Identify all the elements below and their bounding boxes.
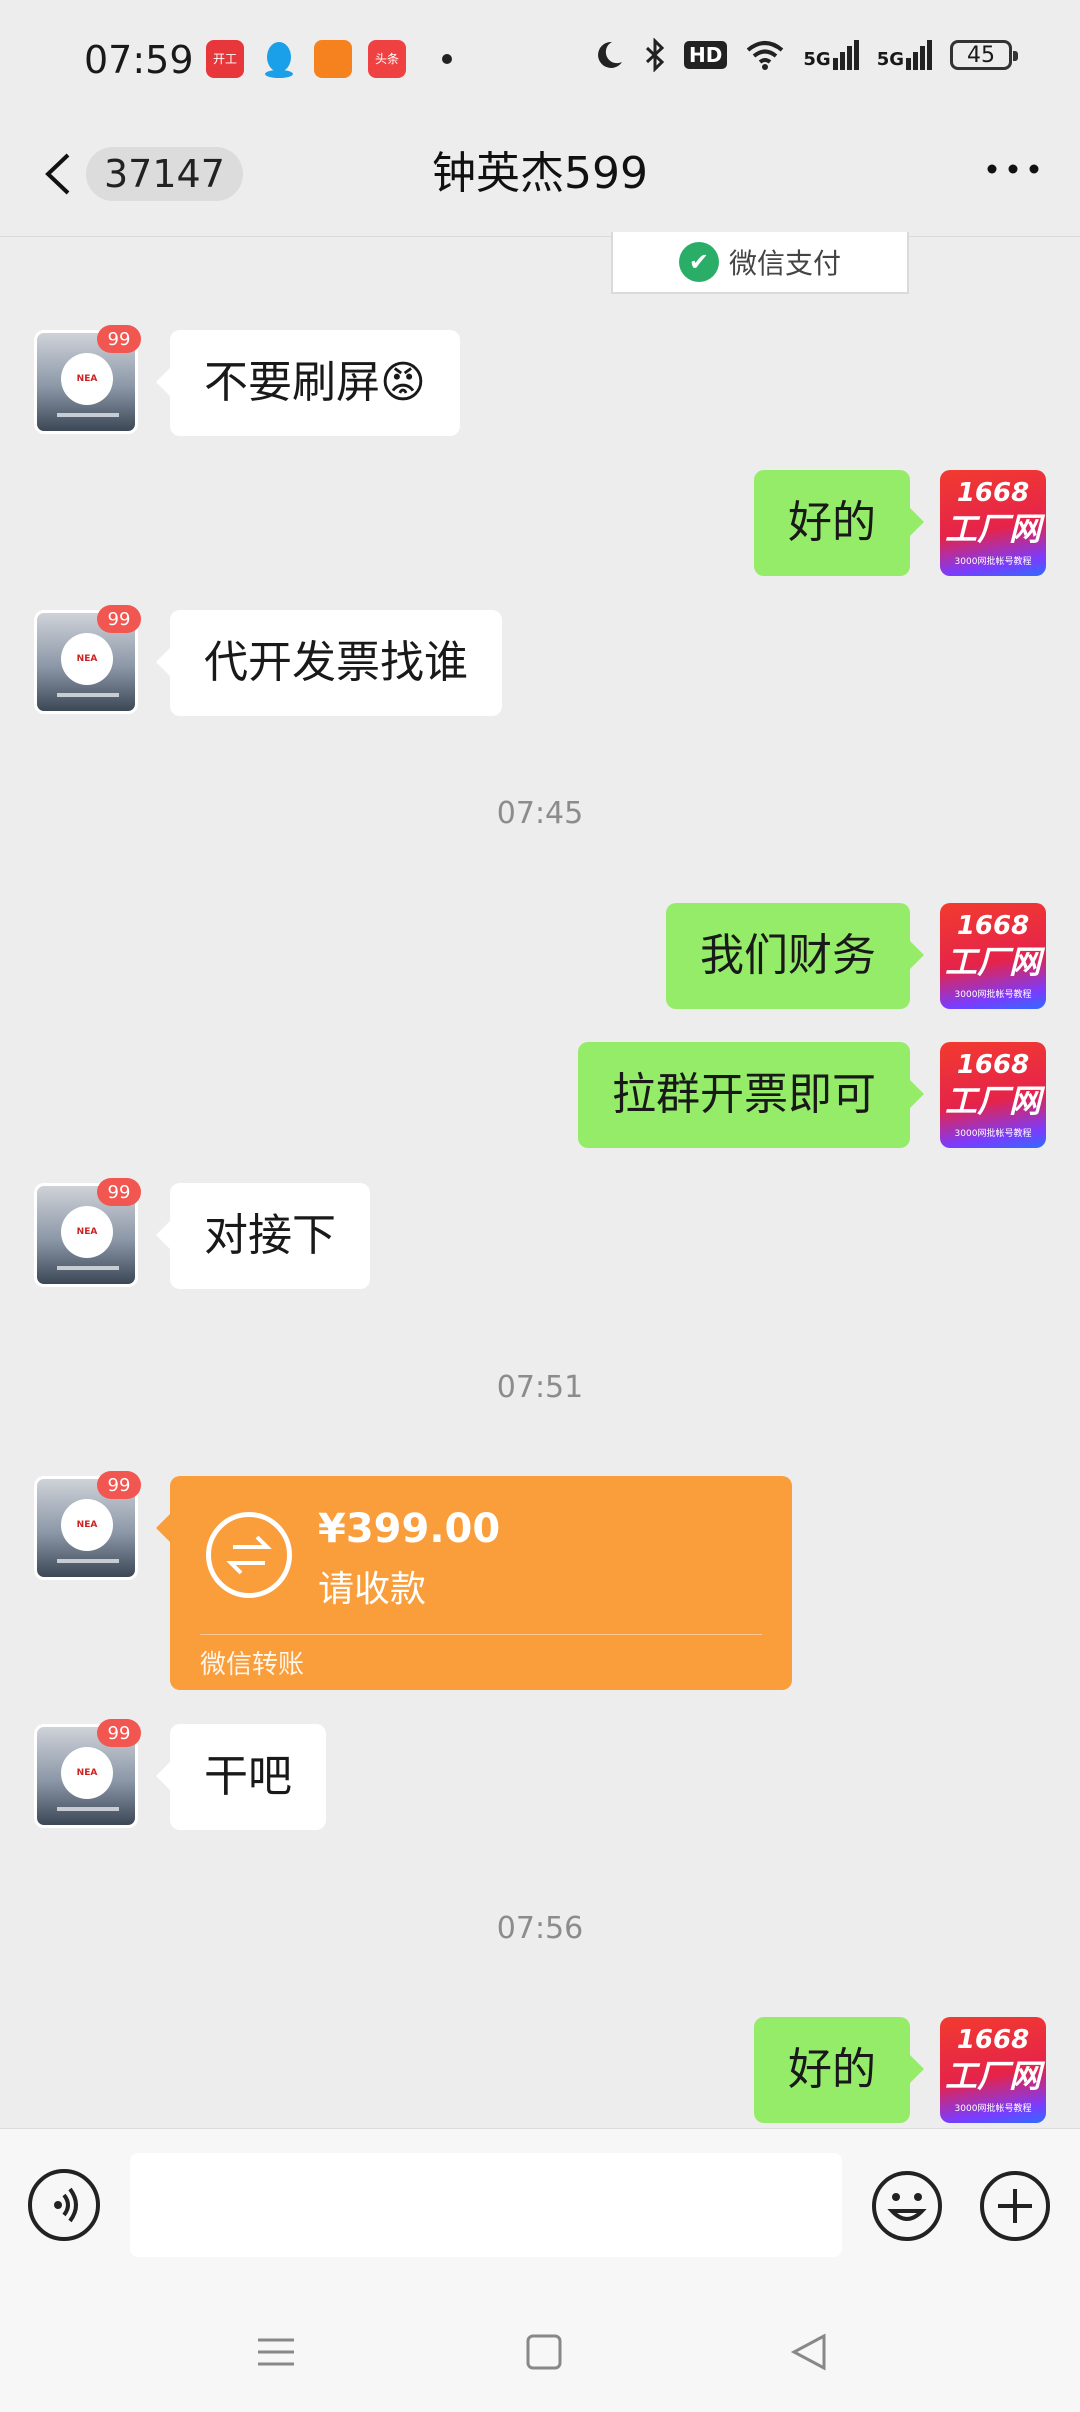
chat-header: 37147 钟英杰599: [0, 125, 1080, 237]
plus-icon: [980, 2171, 1050, 2241]
message-bubble-received[interactable]: 代开发票找谁: [156, 610, 502, 716]
contact-avatar[interactable]: NEA 99: [34, 1178, 141, 1287]
contact-avatar[interactable]: NEA 99: [34, 605, 141, 714]
message-timestamp: 07:51: [496, 1370, 584, 1405]
chat-title: 钟英杰599: [432, 148, 648, 199]
message-input[interactable]: [130, 2153, 842, 2257]
smiley-icon: [872, 2171, 942, 2241]
avatar-badge: 99: [97, 605, 141, 633]
emoji-button[interactable]: [870, 2169, 944, 2243]
message-bubble-sent[interactable]: 我们财务: [666, 903, 924, 1009]
avatar-badge: 99: [97, 1471, 141, 1499]
signal-5g-icon: 5G: [803, 40, 859, 70]
message-bubble-sent[interactable]: 好的: [754, 470, 924, 576]
message-bubble-received[interactable]: 不要刷屏😡: [156, 330, 460, 436]
message-bubble-sent[interactable]: 拉群开票即可: [578, 1042, 924, 1148]
more-functions-button[interactable]: [978, 2169, 1052, 2243]
voice-input-button[interactable]: [28, 2169, 100, 2241]
wifi-icon: [747, 41, 784, 70]
menu-button[interactable]: [246, 2322, 306, 2382]
contact-avatar[interactable]: NEA 99: [34, 325, 141, 434]
home-icon: [526, 2334, 562, 2370]
bluetooth-icon: [646, 38, 665, 72]
battery-icon: 45: [950, 40, 1018, 70]
my-avatar[interactable]: 1668 工厂网 3000网批帐号教程: [940, 470, 1046, 576]
voice-icon: [54, 2187, 78, 2223]
avatar-emblem: NEA: [61, 1206, 113, 1258]
wechat-pay-card[interactable]: ✔ 微信支付: [611, 232, 909, 294]
more-dots-icon: [987, 164, 1039, 174]
transfer-icon: [206, 1512, 292, 1598]
app-notification-icon: 开工: [206, 40, 244, 78]
message-bubble-received[interactable]: 对接下: [156, 1183, 370, 1289]
avatar-badge: 99: [97, 1719, 141, 1747]
transfer-card[interactable]: ¥399.00 请收款 微信转账: [156, 1476, 792, 1690]
message-bubble-sent[interactable]: 好的: [754, 2017, 924, 2123]
contact-avatar[interactable]: NEA 99: [34, 1719, 141, 1828]
wechat-pay-icon: ✔: [678, 242, 719, 282]
avatar-emblem: NEA: [61, 1747, 113, 1799]
my-avatar[interactable]: 1668 工厂网 3000网批帐号教程: [940, 2017, 1046, 2123]
triangle-back-icon: [790, 2333, 826, 2371]
my-avatar[interactable]: 1668 工厂网 3000网批帐号教程: [940, 1042, 1046, 1148]
message-timestamp: 07:45: [496, 796, 584, 831]
system-nav-bar: [0, 2288, 1080, 2412]
avatar-emblem: NEA: [61, 353, 113, 405]
more-notifications-dot: [442, 54, 452, 64]
avatar-emblem: NEA: [61, 1499, 113, 1551]
battery-level: 45: [967, 42, 995, 68]
avatar-badge: 99: [97, 325, 141, 353]
transfer-footer: 微信转账: [200, 1650, 305, 1680]
avatar-emblem: NEA: [61, 633, 113, 685]
input-bar: [0, 2128, 1080, 2289]
status-bar: 07:59 开工 头条 HD 5G 5G 45: [0, 0, 1080, 125]
clock: 07:59: [84, 38, 194, 82]
menu-icon: [258, 2338, 294, 2366]
wechat-pay-label: 微信支付: [728, 247, 841, 280]
hd-badge: HD: [684, 41, 728, 69]
message-timestamp: 07:56: [496, 1911, 584, 1946]
message-bubble-received[interactable]: 干吧: [156, 1724, 326, 1830]
transfer-amount: ¥399.00: [318, 1506, 501, 1552]
do-not-disturb-icon: [598, 41, 623, 68]
my-avatar[interactable]: 1668 工厂网 3000网批帐号教程: [940, 903, 1046, 1009]
toutiao-icon: 头条: [368, 40, 406, 78]
transfer-divider: [200, 1634, 762, 1635]
back-nav-button[interactable]: [780, 2322, 840, 2382]
system-icons: HD 5G 5G 45: [592, 38, 1018, 72]
contact-avatar[interactable]: NEA 99: [34, 1471, 141, 1580]
app-notification-icon: [314, 40, 352, 78]
avatar-badge: 99: [97, 1178, 141, 1206]
notification-icons: 开工 头条: [206, 40, 452, 78]
qq-icon: [260, 40, 298, 78]
home-button[interactable]: [514, 2322, 574, 2382]
more-options-button[interactable]: [986, 159, 1040, 183]
transfer-note: 请收款: [318, 1569, 427, 1610]
header-divider: [0, 236, 1080, 237]
signal-5g-icon: 5G: [877, 40, 932, 70]
